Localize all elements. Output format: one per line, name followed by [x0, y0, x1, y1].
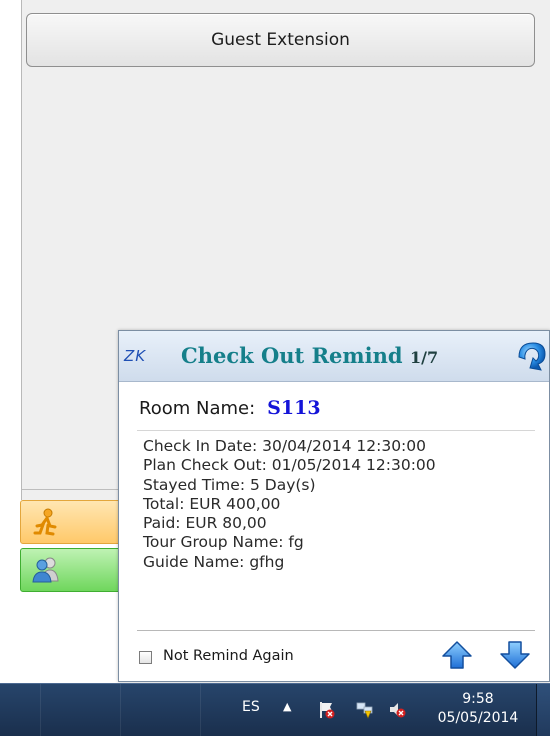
system-clock[interactable]: 9:58 05/05/2014 — [432, 690, 524, 728]
popup-header: ZK Check Out Remind 1/7 — [119, 331, 549, 382]
guest-icon — [33, 508, 57, 536]
arrow-down-icon[interactable] — [499, 639, 531, 671]
arrow-up-icon[interactable] — [441, 639, 473, 671]
paid-amount: Paid: EUR 80,00 — [143, 514, 267, 533]
volume-icon[interactable] — [388, 701, 406, 719]
stayed-time: Stayed Time: 5 Day(s) — [143, 475, 316, 494]
taskbar-separator — [40, 684, 41, 736]
total-amount: Total: EUR 400,00 — [143, 494, 281, 513]
taskbar-separator — [120, 684, 121, 736]
room-row: Room Name: S113 — [139, 397, 321, 419]
popup-title: Check Out Remind — [181, 343, 403, 368]
flag-icon[interactable] — [318, 701, 336, 719]
clock-date: 05/05/2014 — [437, 710, 519, 726]
popup-counter: 1/7 — [410, 348, 439, 367]
network-icon[interactable] — [356, 701, 374, 719]
plan-check-out: Plan Check Out: 01/05/2014 12:30:00 — [143, 456, 436, 475]
sidebar-tab-users[interactable] — [20, 548, 130, 592]
room-name-label: Room Name: — [139, 398, 256, 419]
not-remind-label[interactable]: Not Remind Again — [163, 648, 294, 664]
user-group-icon — [32, 557, 59, 583]
not-remind-checkbox[interactable] — [139, 651, 152, 664]
show-desktop-button[interactable] — [536, 684, 550, 736]
show-hidden-icons-icon[interactable]: ▲ — [283, 700, 291, 713]
sidebar-tab-guest[interactable] — [20, 500, 130, 544]
check-in-date: Check In Date: 30/04/2014 12:30:00 — [143, 437, 427, 455]
language-indicator[interactable]: ES — [242, 699, 260, 715]
footer-divider — [137, 630, 535, 631]
guide-name: Guide Name: gfhg — [143, 552, 285, 571]
room-name-value: S113 — [267, 397, 321, 419]
popup-close-icon[interactable] — [513, 337, 549, 373]
zk-logo: ZK — [124, 347, 147, 365]
reservation-details: Check In Date: 30/04/2014 12:30:00 Plan … — [143, 437, 436, 572]
taskbar-separator — [200, 684, 201, 736]
guest-extension-button[interactable]: Guest Extension — [26, 13, 535, 67]
divider — [137, 430, 535, 431]
check-out-remind-popup: ZK Check Out Remind 1/7 Room Name: S113 C… — [118, 330, 550, 682]
clock-time: 9:58 — [462, 691, 494, 707]
taskbar: ES ▲ 9:58 05/05/2014 — [0, 683, 550, 736]
tour-group-name: Tour Group Name: fg — [143, 533, 304, 552]
